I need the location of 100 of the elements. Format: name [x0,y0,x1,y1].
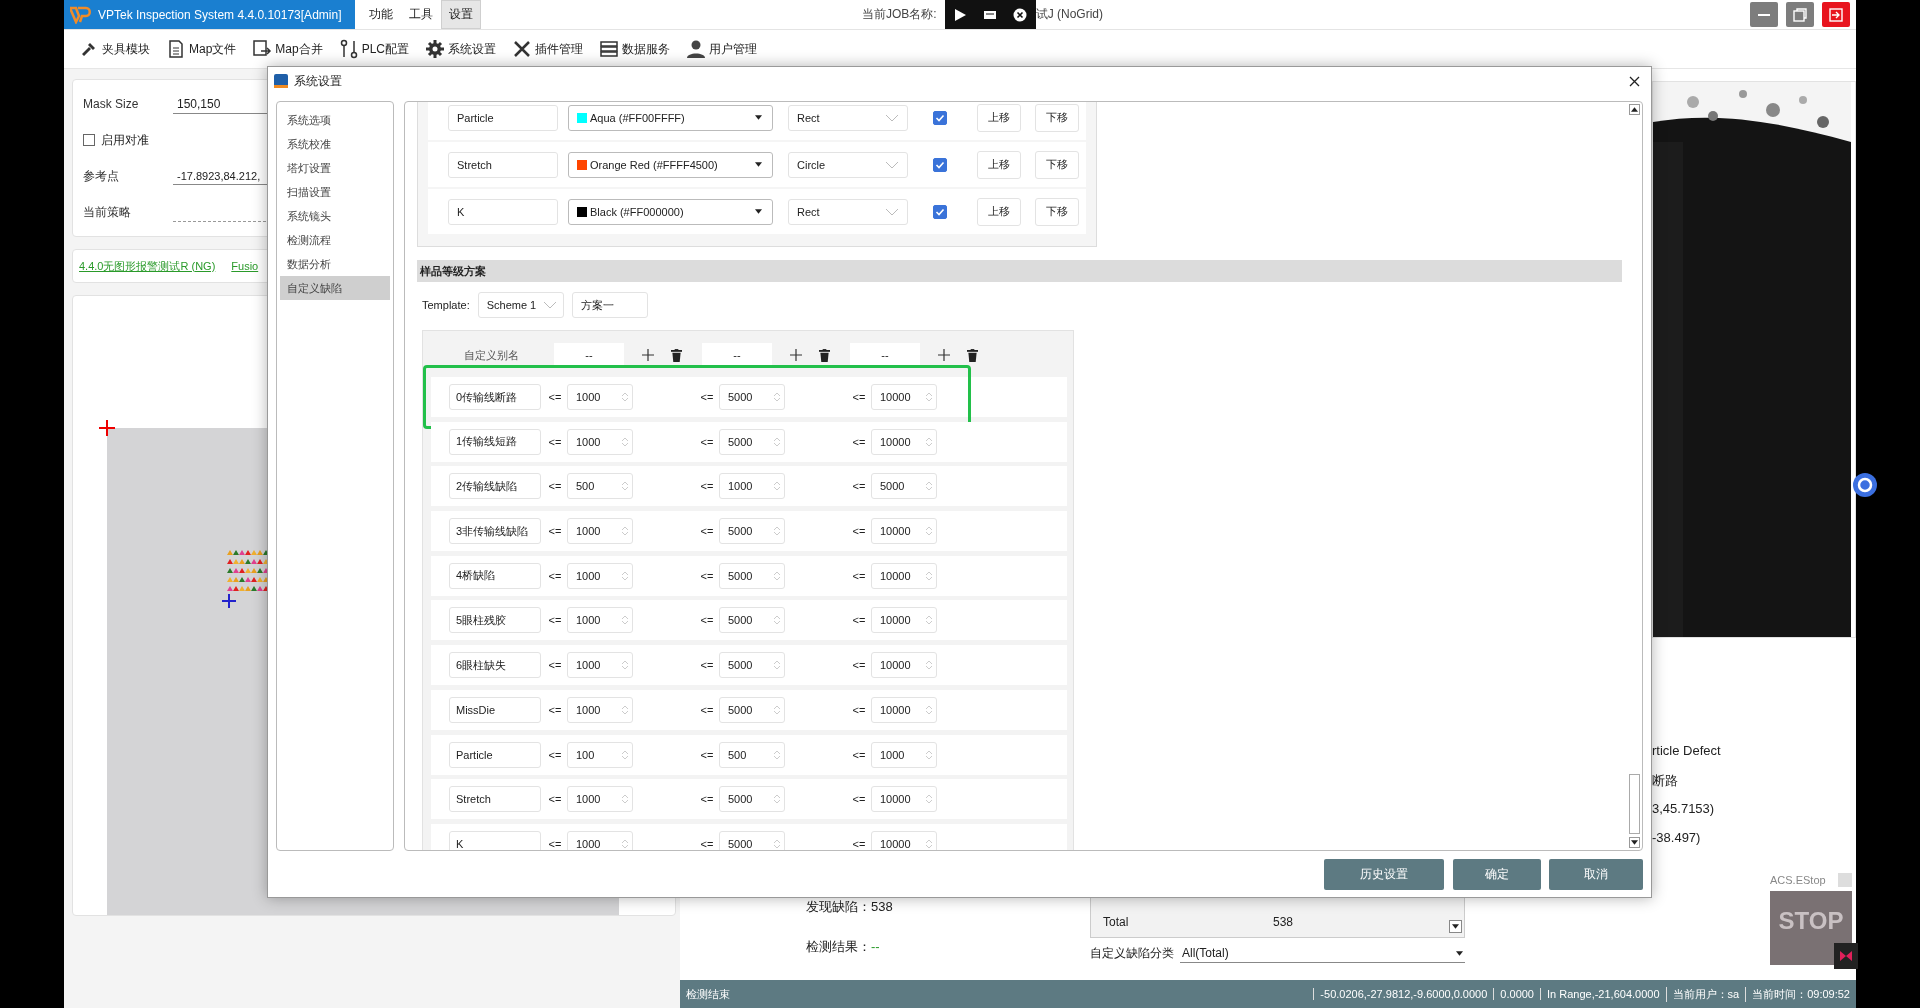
dialog-button[interactable]: 取消 [1549,858,1643,890]
menu-tab[interactable]: 工具 [401,0,441,29]
toolbar-button[interactable]: 数据服务 [592,34,678,64]
toolbar-button[interactable]: 插件管理 [505,34,591,64]
move-down-button[interactable]: 下移 [1035,150,1079,179]
nav-item[interactable]: 系统镜头 [280,204,390,228]
job-link[interactable]: 4.4.0无图形报警测试R (NG) [79,258,216,274]
threshold-field[interactable]: 1000 [567,428,633,455]
defect-name-field[interactable]: 6眼柱缺失 [449,652,541,679]
spinner-icon[interactable] [774,793,780,806]
toolbar-button[interactable]: 系统设置 [418,34,504,64]
spinner-icon[interactable] [926,435,932,448]
template-dropdown[interactable]: Scheme 1 [477,292,564,318]
spinner-icon[interactable] [926,614,932,627]
move-up-button[interactable]: 上移 [977,103,1021,132]
spinner-icon[interactable] [926,659,932,672]
trash-icon[interactable] [819,348,830,362]
threshold-field[interactable]: 5000 [719,428,785,455]
alias-field[interactable]: -- [702,343,772,367]
bowtie-icon[interactable] [1834,943,1858,969]
defect-name-field[interactable]: 4桥缺陷 [449,562,541,589]
threshold-field[interactable]: 5000 [871,473,937,500]
add-icon[interactable] [790,349,802,361]
nav-item[interactable]: 检测流程 [280,228,390,252]
widget-button[interactable] [1838,873,1852,887]
spinner-icon[interactable] [622,525,628,538]
color-dropdown[interactable]: Aqua (#FF00FFFF) [568,104,773,131]
nav-item[interactable]: 系统选项 [280,108,390,132]
alias-field[interactable]: -- [554,343,624,367]
spinner-icon[interactable] [926,837,932,850]
spinner-icon[interactable] [926,569,932,582]
name-field[interactable]: Stretch [448,151,558,178]
defect-name-field[interactable]: 2传输线缺陷 [449,473,541,500]
spinner-icon[interactable] [774,614,780,627]
spinner-icon[interactable] [774,435,780,448]
threshold-field[interactable]: 5000 [719,786,785,813]
threshold-field[interactable]: 5000 [719,830,785,850]
spinner-icon[interactable] [774,480,780,493]
spinner-icon[interactable] [774,391,780,403]
category-dropdown[interactable]: All(Total) [1180,944,1465,963]
scroll-down-button[interactable] [1629,837,1640,848]
shape-dropdown[interactable]: Circle [788,151,908,178]
alias-field[interactable]: -- [850,343,920,367]
threshold-field[interactable]: 10000 [871,428,937,455]
spinner-icon[interactable] [622,748,628,761]
threshold-field[interactable]: 5000 [719,652,785,679]
spinner-icon[interactable] [622,614,628,627]
nav-item[interactable]: 扫描设置 [280,180,390,204]
spinner-icon[interactable] [926,480,932,493]
threshold-field[interactable]: 10000 [871,562,937,589]
trash-icon[interactable] [967,348,978,362]
menu-tab[interactable]: 功能 [361,0,401,29]
spinner-icon[interactable] [622,837,628,850]
restore-button[interactable] [1786,2,1814,27]
spinner-icon[interactable] [622,793,628,806]
threshold-field[interactable]: 1000 [871,741,937,768]
toolbar-button[interactable]: Map文件 [159,34,244,64]
threshold-field[interactable]: 500 [719,741,785,768]
threshold-field[interactable]: 5000 [719,518,785,545]
checkbox[interactable] [933,110,947,125]
menu-tab[interactable]: 设置 [441,0,481,29]
threshold-field[interactable]: 10000 [871,518,937,545]
name-field[interactable]: Particle [448,104,558,131]
close-icon[interactable] [1013,7,1028,22]
spinner-icon[interactable] [774,569,780,582]
exit-button[interactable] [1822,2,1850,27]
dialog-button[interactable]: 确定 [1453,858,1541,890]
trash-icon[interactable] [671,348,682,362]
color-dropdown[interactable]: Orange Red (#FFFF4500) [568,151,773,178]
nav-item[interactable]: 数据分析 [280,252,390,276]
shape-dropdown[interactable]: Rect [788,198,908,225]
defect-name-field[interactable]: 5眼柱残胶 [449,607,541,634]
threshold-field[interactable]: 10000 [871,607,937,634]
move-down-button[interactable]: 下移 [1035,197,1079,226]
spinner-icon[interactable] [774,659,780,672]
assistant-icon[interactable] [1852,472,1878,498]
checkbox[interactable] [933,157,947,172]
threshold-field[interactable]: 5000 [719,562,785,589]
spinner-icon[interactable] [622,703,628,716]
defect-name-field[interactable]: 0传输线断路 [449,384,541,410]
move-up-button[interactable]: 上移 [977,150,1021,179]
minimize-button[interactable] [1750,2,1778,27]
threshold-field[interactable]: 10000 [871,830,937,850]
nav-item[interactable]: 自定义缺陷 [280,276,390,300]
threshold-field[interactable]: 5000 [719,384,785,410]
add-icon[interactable] [642,349,654,361]
threshold-field[interactable]: 1000 [567,786,633,813]
scheme-name-field[interactable]: 方案一 [571,292,648,318]
spinner-icon[interactable] [622,569,628,582]
add-icon[interactable] [938,349,950,361]
spinner-icon[interactable] [926,391,932,403]
spinner-icon[interactable] [622,480,628,493]
checkbox[interactable] [83,134,95,146]
threshold-field[interactable]: 10000 [871,696,937,723]
nav-item[interactable]: 塔灯设置 [280,156,390,180]
spinner-icon[interactable] [622,659,628,672]
threshold-field[interactable]: 500 [567,473,633,500]
spinner-icon[interactable] [926,703,932,716]
spinner-icon[interactable] [622,435,628,448]
move-down-button[interactable]: 下移 [1035,103,1079,132]
